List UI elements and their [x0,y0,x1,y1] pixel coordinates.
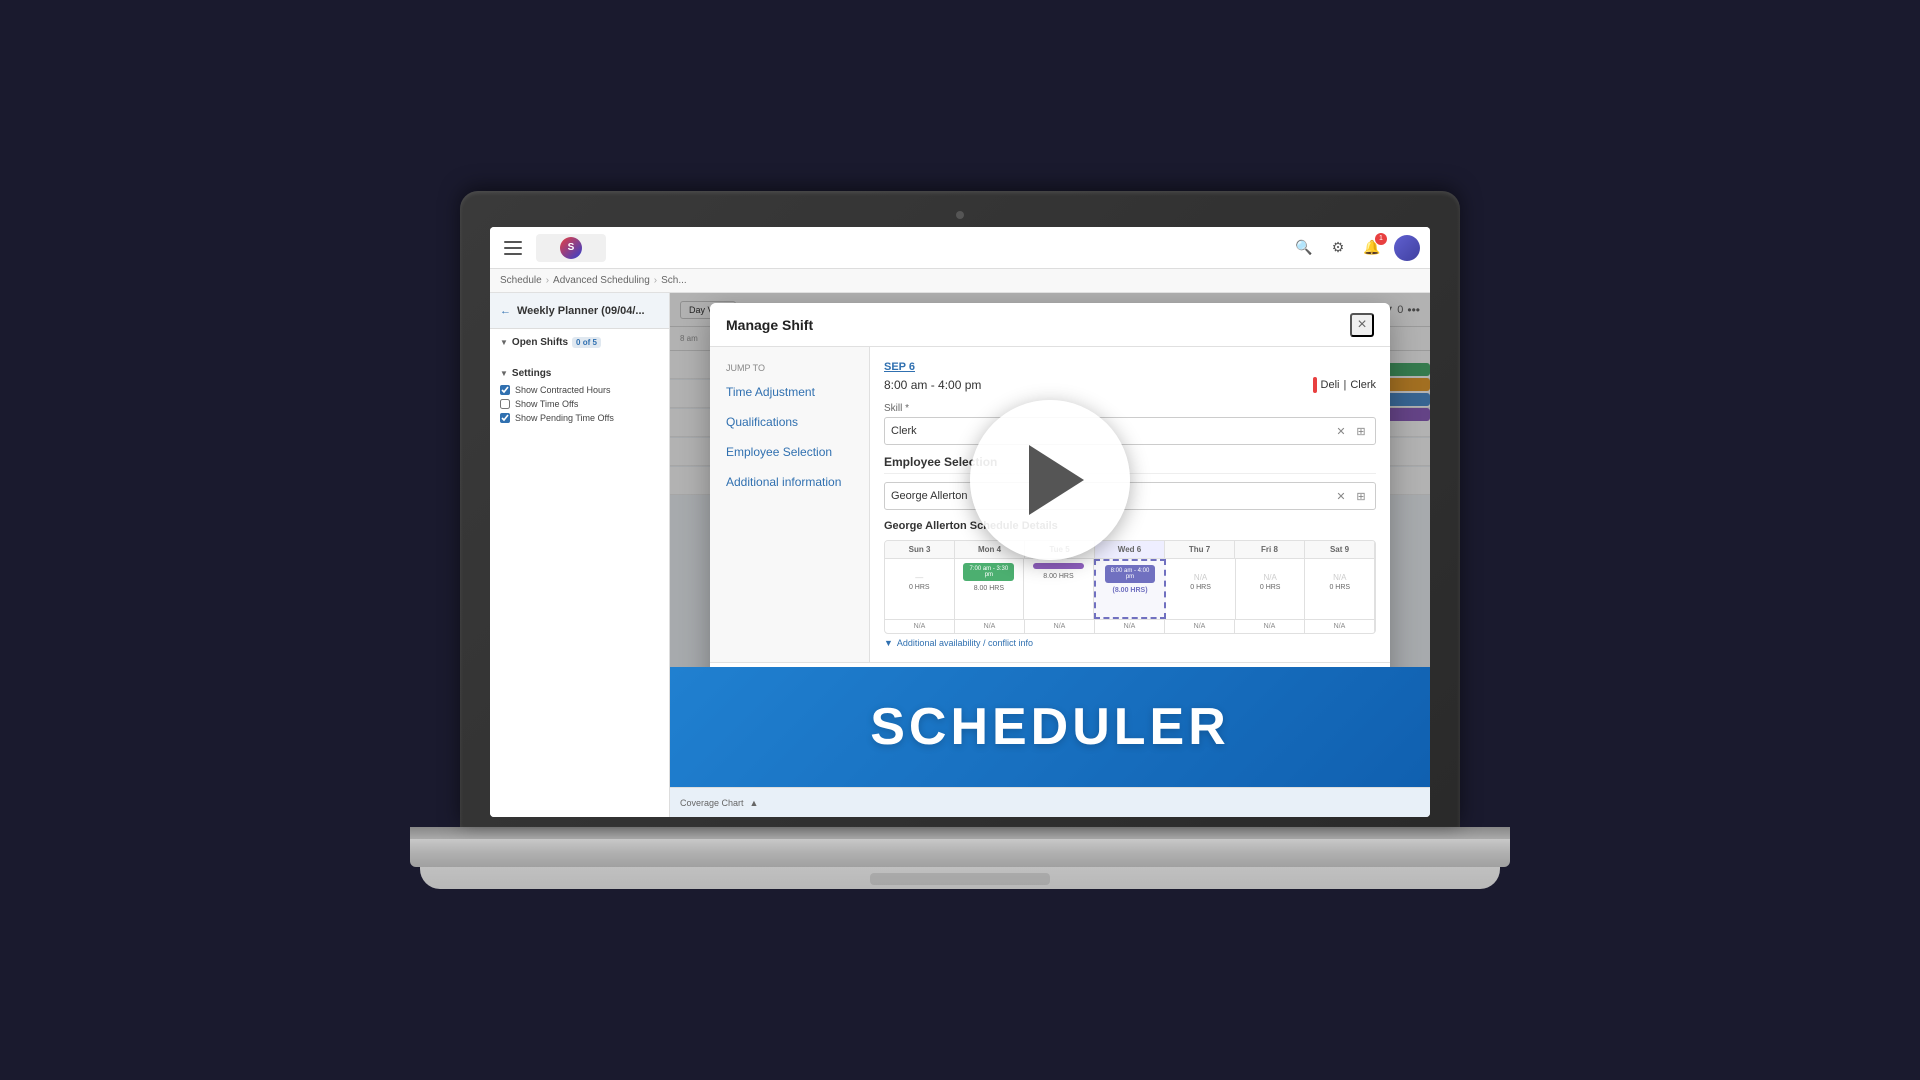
breadcrumb-current: Sch... [661,275,687,286]
pending-time-offs-label: Show Pending Time Offs [515,413,614,423]
search-icon[interactable]: 🔍 [1292,236,1316,260]
breadcrumb-sep-1: › [546,275,549,286]
laptop-bottom [410,839,1510,867]
time-offs-checkbox[interactable] [500,399,510,409]
sidebar-planner-header: ← Weekly Planner (09/04/... [490,293,669,329]
setting-contracted-hours: Show Contracted Hours [500,385,659,395]
breadcrumb: Schedule › Advanced Scheduling › Sch... [490,269,1430,293]
play-button[interactable] [970,400,1130,560]
nav-icons: 🔍 ⚙ 🔔 1 [1292,235,1420,261]
settings-chevron: ▼ [500,369,508,378]
coverage-label: Coverage Chart [680,798,744,808]
pending-time-offs-checkbox[interactable] [500,413,510,423]
open-shifts-badge: 0 of 5 [572,337,601,348]
user-avatar[interactable] [1394,235,1420,261]
logo-circle: S [560,237,582,259]
notification-badge: 1 [1375,233,1387,245]
scheduler-banner-title: SCHEDULER [870,697,1230,757]
laptop-camera [956,211,964,219]
laptop-bezel: S 🔍 ⚙ 🔔 1 [460,191,1460,827]
main-area: ← Weekly Planner (09/04/... ▼ Open Shift… [490,293,1430,817]
setting-time-offs: Show Time Offs [500,399,659,409]
contracted-hours-label: Show Contracted Hours [515,385,611,395]
sidebar: ← Weekly Planner (09/04/... ▼ Open Shift… [490,293,670,817]
settings-section: ▼ Settings Show Contracted Hours Show Ti [490,362,669,433]
coverage-expand-icon[interactable]: ▲ [750,798,759,808]
video-overlay: SCHEDULER Coverage Chart ▲ [670,293,1430,817]
play-button-container [670,293,1430,667]
back-arrow[interactable]: ← [500,305,511,317]
breadcrumb-schedule[interactable]: Schedule [500,275,542,286]
content-area: Day View ◀ TUE SEP Group by Cost Center … [670,293,1430,817]
open-shifts-chevron: ▼ [500,338,508,347]
notification-icon[interactable]: 🔔 1 [1360,236,1384,260]
laptop-trackpad [870,873,1050,885]
app-logo: S [536,234,606,262]
laptop-base [420,867,1500,889]
app-ui: S 🔍 ⚙ 🔔 1 [490,227,1430,817]
sidebar-open-shifts: ▼ Open Shifts 0 of 5 [490,329,669,362]
setting-pending-time-offs: Show Pending Time Offs [500,413,659,423]
settings-icon[interactable]: ⚙ [1326,236,1350,260]
open-shifts-header[interactable]: ▼ Open Shifts 0 of 5 [500,337,659,348]
planner-title: Weekly Planner (09/04/... [517,305,645,317]
play-triangle-icon [1029,445,1084,515]
contracted-hours-checkbox[interactable] [500,385,510,395]
coverage-chart-bar: Coverage Chart ▲ [670,787,1430,817]
play-circle-container [970,400,1130,560]
settings-label: Settings [512,368,551,379]
laptop-hinge [410,827,1510,839]
breadcrumb-advanced[interactable]: Advanced Scheduling [553,275,650,286]
laptop-container: S 🔍 ⚙ 🔔 1 [410,191,1510,889]
blue-banner: SCHEDULER [670,667,1430,787]
laptop-screen: S 🔍 ⚙ 🔔 1 [490,227,1430,817]
breadcrumb-sep-2: › [654,275,657,286]
settings-header[interactable]: ▼ Settings [500,368,659,379]
open-shifts-label: Open Shifts [512,337,568,348]
screen-content: S 🔍 ⚙ 🔔 1 [490,227,1430,817]
hamburger-menu[interactable] [500,234,528,262]
time-offs-label: Show Time Offs [515,399,578,409]
top-nav: S 🔍 ⚙ 🔔 1 [490,227,1430,269]
